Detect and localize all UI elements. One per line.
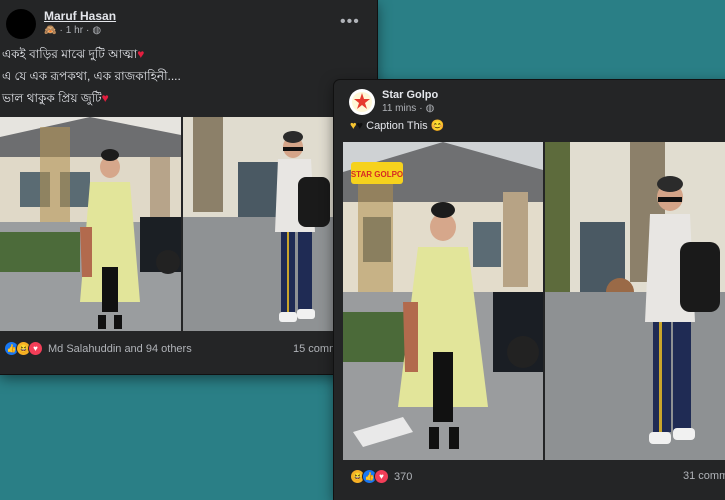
post-meta: 11 mins · ◍ (382, 103, 435, 114)
post-header: Maruf Hasan 🙈 · 1 hr · ◍ (6, 9, 116, 39)
photo-man[interactable] (545, 142, 725, 460)
reactions-count: 370 (394, 470, 413, 483)
comments-count[interactable]: 15 comm (293, 343, 338, 355)
caption-text: Caption This (366, 120, 428, 132)
heart-icon: ♥ (137, 47, 145, 61)
photo-image (0, 117, 181, 331)
photo-image (545, 142, 725, 460)
caption-line: একই বাড়ির মাঝে দুটি আত্মা (2, 47, 138, 61)
author-name[interactable]: Star Golpo (382, 89, 438, 101)
post-caption: ♥♥ Caption This 😊 (350, 117, 444, 135)
love-icon: ♥ (28, 341, 43, 356)
post-time[interactable]: 11 mins (382, 103, 416, 114)
black-heart-icon: ♥ (356, 120, 364, 132)
post-time[interactable]: 1 hr (66, 25, 83, 36)
photo-woman[interactable]: STAR GOLPO (343, 142, 543, 460)
reactions-text: Md Salahuddin and 94 others (48, 342, 192, 355)
post-meta: 🙈 · 1 hr · ◍ (44, 25, 102, 36)
star-golpo-logo-icon (352, 92, 372, 112)
avatar[interactable] (6, 9, 36, 39)
love-icon: ♥ (374, 469, 389, 484)
photo-image: STAR GOLPO (343, 142, 543, 460)
post-caption: একই বাড়ির মাঝে দুটি আত্মা♥ এ যে এক রূপক… (2, 45, 181, 107)
watermark-text: STAR GOLPO (351, 170, 403, 179)
comments-count[interactable]: 31 comm (683, 470, 725, 482)
post-card-maruf-hasan: Maruf Hasan 🙈 · 1 hr · ◍ ••• একই বাড়ির … (0, 0, 377, 374)
heart-icon: ♥ (101, 91, 109, 105)
photo-woman[interactable] (0, 117, 181, 331)
caption-line: এ যে এক রূপকথা, এক রাজকাহিনী.... (2, 69, 181, 83)
emoji-icon: 🙈 (44, 25, 57, 36)
globe-icon: ◍ (92, 25, 102, 36)
more-options-icon[interactable]: ••• (340, 14, 360, 30)
post-header: Star Golpo 11 mins · ◍ (349, 89, 438, 115)
post-card-star-golpo: Star Golpo 11 mins · ◍ ♥♥ Caption This 😊 (334, 80, 725, 500)
reactions-summary[interactable]: 👍 😆 ♥ Md Salahuddin and 94 others (4, 341, 192, 356)
caption-line: ভাল থাকুক প্রিয় জুটি (2, 91, 102, 105)
page-logo[interactable] (349, 89, 375, 115)
author-name[interactable]: Maruf Hasan (44, 9, 116, 23)
globe-icon: ◍ (425, 103, 435, 114)
reactions-summary[interactable]: 😆 👍 ♥ 370 (350, 469, 412, 484)
smile-icon: 😊 (430, 120, 445, 132)
